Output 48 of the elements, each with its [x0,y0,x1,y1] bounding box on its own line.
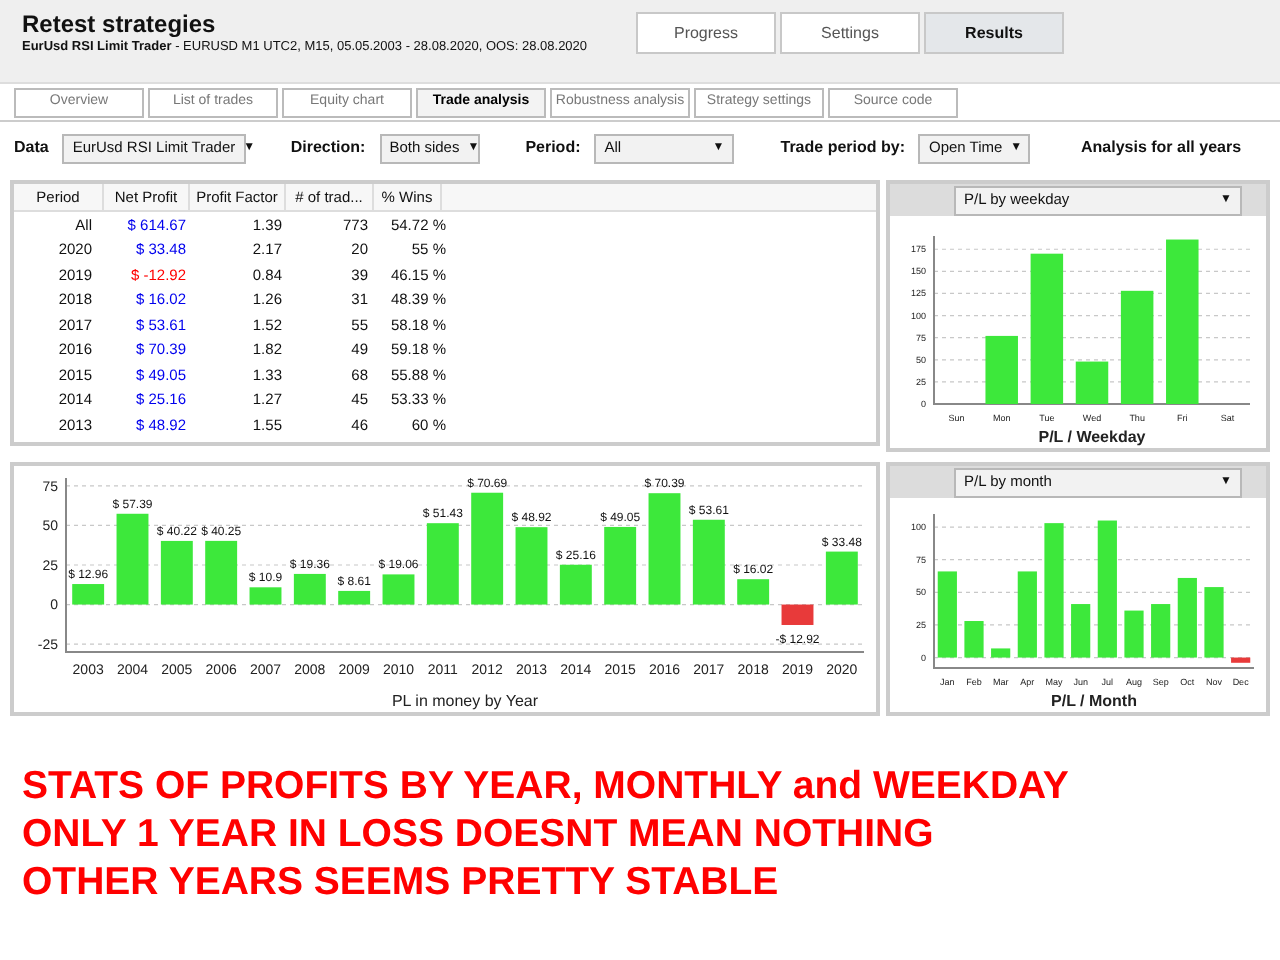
bar [648,493,681,605]
window-title: Retest strategies [22,12,218,36]
bar [1120,290,1154,404]
bar [1017,571,1037,658]
bar [382,574,415,605]
bar [1151,604,1171,658]
bar [985,335,1018,404]
bar [471,492,504,605]
analysis-label: Analysis for all years [1080,136,1242,160]
bar [1231,657,1251,663]
bar [737,579,770,605]
filter-label: Trade period by: [780,136,905,160]
bar [293,573,326,605]
bar [1075,361,1109,404]
bar [1204,587,1224,658]
axis-title: PL in money by Year [391,692,539,710]
bar [937,571,957,658]
bar [72,584,105,605]
bar [249,587,282,605]
bar [1124,610,1144,658]
axis-title: P/L / Weekday [1038,428,1146,446]
annotation-text: STATS OF PROFITS BY YEAR, MONTHLY and WEEKDAY [22,762,1071,810]
bar [559,564,592,605]
nav-button[interactable]: Settings [780,12,920,54]
filter-label: Period: [525,136,581,160]
bar [604,526,637,605]
annotation-text: OTHER YEARS SEEMS PRETTY STABLE [22,858,781,906]
bar [1177,577,1197,658]
nav-button[interactable]: Progress [636,12,776,54]
bar [1097,520,1117,658]
filter-label: Direction: [290,136,366,160]
bar [515,527,548,605]
bar [338,590,371,605]
axis-title: P/L / Month [1051,692,1137,710]
bar [1044,523,1064,658]
bar [1071,604,1091,658]
nav-button[interactable]: Results [924,12,1064,54]
bar [426,523,459,605]
bar [205,540,238,605]
filter-label: Data [14,136,49,160]
bar [781,604,814,625]
bar [825,551,858,605]
bar [964,621,984,658]
bar [116,513,149,605]
bar [692,519,725,605]
bar [991,648,1011,658]
bar [160,540,193,605]
annotation-text: ONLY 1 YEAR IN LOSS DOESNT MEAN NOTHING [22,810,936,858]
